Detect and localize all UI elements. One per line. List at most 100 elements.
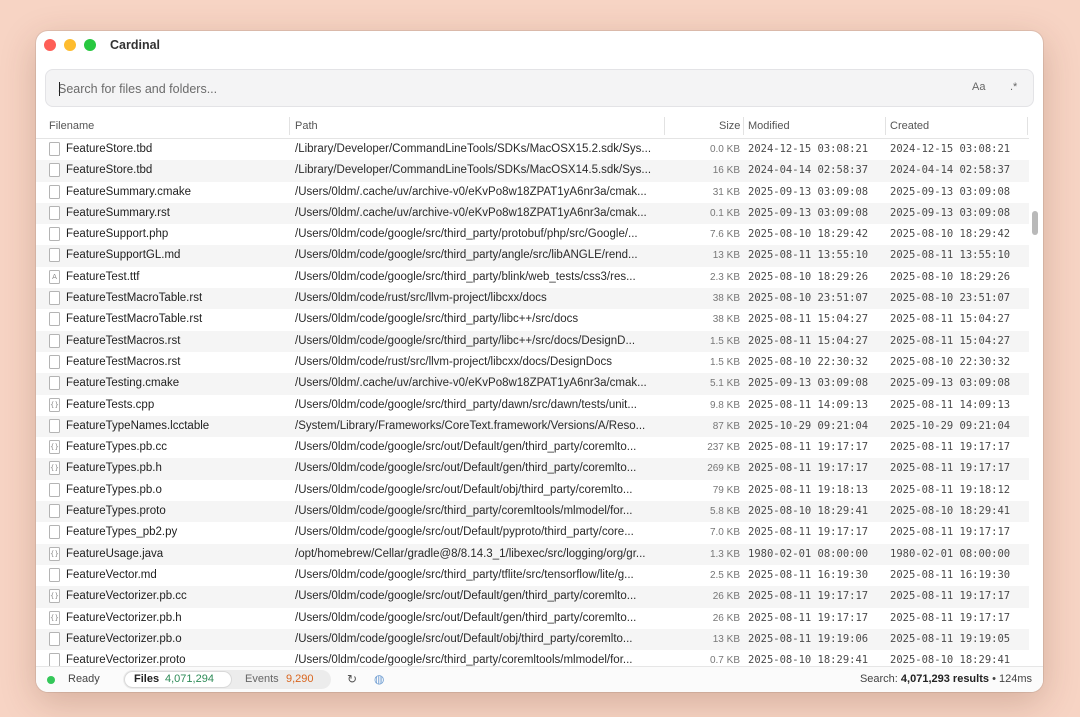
files-count: 4,071,294 xyxy=(165,673,214,685)
close-window-button[interactable] xyxy=(44,39,56,51)
table-row[interactable]: FeatureVectorizer.proto/Users/0ldm/code/… xyxy=(36,650,1029,666)
filename-cell: FeatureSupport.php xyxy=(66,228,169,241)
view-toggle: Files 4,071,294 Events 9,290 xyxy=(123,670,331,689)
created-cell: 2025-08-10 18:29:26 xyxy=(890,270,1011,283)
filename-cell: FeatureVector.md xyxy=(66,568,157,581)
globe-icon[interactable]: ◍ xyxy=(374,672,384,686)
path-cell: /Users/0ldm/code/google/src/out/Default/… xyxy=(295,483,633,496)
table-row[interactable]: FeatureVectorizer.pb.o/Users/0ldm/code/g… xyxy=(36,628,1029,651)
created-cell: 2025-09-13 03:09:08 xyxy=(890,206,1011,219)
table-row[interactable]: FeatureSupportGL.md/Users/0ldm/code/goog… xyxy=(36,245,1029,267)
vertical-scrollbar[interactable] xyxy=(1032,211,1038,235)
table-row[interactable]: {} FeatureVectorizer.pb.cc/Users/0ldm/cod… xyxy=(36,586,1029,608)
table-row[interactable]: {} FeatureUsage.java/opt/homebrew/Cellar/… xyxy=(36,543,1029,565)
path-cell: /Users/0ldm/code/google/src/third_party/… xyxy=(295,249,638,262)
results-table: FeatureStore.tbd/Library/Developer/Comma… xyxy=(36,139,1029,666)
table-row[interactable]: FeatureTestMacroTable.rst/Users/0ldm/cod… xyxy=(36,288,1029,310)
summary-prefix: Search: xyxy=(859,673,898,685)
code-file-icon: {} xyxy=(49,610,60,625)
column-header-size[interactable]: Size xyxy=(719,120,740,132)
document-file-icon xyxy=(49,482,60,497)
minimize-window-button[interactable] xyxy=(64,39,76,51)
size-cell: 5.8 KB xyxy=(709,506,740,518)
table-row[interactable]: FeatureTypes.pb.o/Users/0ldm/code/google… xyxy=(36,480,1029,501)
column-divider[interactable] xyxy=(664,117,665,135)
table-row[interactable]: {} FeatureTypes.pb.h/Users/0ldm/code/goog… xyxy=(36,458,1029,480)
filename-cell: FeatureStore.tbd xyxy=(66,143,153,155)
column-divider[interactable] xyxy=(289,117,290,135)
table-row[interactable]: FeatureTestMacroTable.rst/Users/0ldm/cod… xyxy=(36,309,1029,330)
created-cell: 2025-08-11 13:55:10 xyxy=(890,249,1011,262)
table-row[interactable]: FeatureSummary.rst/Users/0ldm/.cache/uv/… xyxy=(36,202,1029,225)
code-file-icon: {} xyxy=(49,440,60,455)
modified-cell: 2025-08-11 13:55:10 xyxy=(748,249,869,262)
created-cell: 2024-12-15 03:08:21 xyxy=(890,143,1011,155)
modified-cell: 2025-08-10 22:30:32 xyxy=(748,355,869,368)
column-header-filename[interactable]: Filename xyxy=(49,120,94,132)
created-cell: 2025-08-11 19:17:17 xyxy=(890,526,1011,539)
path-cell: /Users/0ldm/.cache/uv/archive-v0/eKvPo8w… xyxy=(295,206,647,219)
events-tab-label[interactable]: Events xyxy=(245,673,279,685)
search-input[interactable] xyxy=(58,79,938,99)
table-row[interactable]: FeatureSummary.cmake/Users/0ldm/.cache/u… xyxy=(36,182,1029,203)
table-row[interactable]: A FeatureTest.ttf/Users/0ldm/code/google/… xyxy=(36,267,1029,288)
size-cell: 87 KB xyxy=(712,420,740,432)
document-file-icon xyxy=(49,184,60,199)
document-file-icon xyxy=(49,163,60,178)
table-row[interactable]: {} FeatureVectorizer.pb.h/Users/0ldm/code… xyxy=(36,608,1029,629)
size-cell: 2.5 KB xyxy=(709,569,740,581)
column-header-created[interactable]: Created xyxy=(890,120,929,132)
column-divider[interactable] xyxy=(743,117,744,135)
files-tab-label[interactable]: Files xyxy=(134,673,159,685)
refresh-icon[interactable]: ↻ xyxy=(347,672,357,686)
size-cell: 0.0 KB xyxy=(709,144,740,155)
table-row[interactable]: FeatureTypes.proto/Users/0ldm/code/googl… xyxy=(36,501,1029,523)
column-divider[interactable] xyxy=(885,117,886,135)
table-row[interactable]: FeatureTesting.cmake/Users/0ldm/.cache/u… xyxy=(36,373,1029,395)
filename-cell: FeatureTypes.pb.cc xyxy=(66,441,167,454)
column-header-modified[interactable]: Modified xyxy=(748,120,790,132)
created-cell: 2025-09-13 03:09:08 xyxy=(890,185,1011,198)
created-cell: 2025-08-10 23:51:07 xyxy=(890,292,1011,305)
table-row[interactable]: FeatureTestMacros.rst/Users/0ldm/code/go… xyxy=(36,330,1029,352)
modified-cell: 2025-08-10 18:29:42 xyxy=(748,228,869,241)
modified-cell: 2025-08-11 15:04:27 xyxy=(748,334,869,347)
table-row[interactable]: FeatureSupport.php/Users/0ldm/code/googl… xyxy=(36,224,1029,245)
created-cell: 2025-09-13 03:09:08 xyxy=(890,377,1011,390)
created-cell: 2025-08-11 19:17:17 xyxy=(890,441,1011,454)
modified-cell: 2024-12-15 03:08:21 xyxy=(748,143,869,155)
size-cell: 38 KB xyxy=(712,314,740,326)
search-bar: Aa .* xyxy=(45,69,1034,107)
table-row[interactable]: FeatureVector.md/Users/0ldm/code/google/… xyxy=(36,565,1029,586)
modified-cell: 2025-08-11 19:19:06 xyxy=(748,632,869,645)
code-file-icon: {} xyxy=(49,461,60,476)
table-row[interactable]: FeatureStore.tbd/Library/Developer/Comma… xyxy=(36,139,1029,160)
modified-cell: 2025-09-13 03:09:08 xyxy=(748,185,869,198)
size-cell: 0.7 KB xyxy=(709,655,740,666)
created-cell: 2025-08-11 14:09:13 xyxy=(890,398,1011,411)
filename-cell: FeatureVectorizer.pb.h xyxy=(66,611,182,624)
column-header-path[interactable]: Path xyxy=(295,120,318,132)
table-row[interactable]: {} FeatureTypes.pb.cc/Users/0ldm/code/goo… xyxy=(36,437,1029,458)
filename-cell: FeatureVectorizer.pb.cc xyxy=(66,590,187,603)
size-cell: 9.8 KB xyxy=(709,399,740,411)
created-cell: 2025-08-11 15:04:27 xyxy=(890,313,1011,326)
regex-toggle[interactable]: .* xyxy=(1010,81,1017,93)
match-case-toggle[interactable]: Aa xyxy=(972,81,985,93)
document-file-icon xyxy=(49,653,60,666)
table-row[interactable]: FeatureStore.tbd/Library/Developer/Comma… xyxy=(36,160,1029,182)
table-row[interactable]: FeatureTypeNames.lcctable/System/Library… xyxy=(36,415,1029,438)
table-row[interactable]: FeatureTestMacros.rst/Users/0ldm/code/ru… xyxy=(36,352,1029,373)
size-cell: 7.6 KB xyxy=(709,229,740,241)
document-file-icon xyxy=(49,376,60,391)
column-divider[interactable] xyxy=(1027,117,1028,135)
table-row[interactable]: FeatureTypes_pb2.py/Users/0ldm/code/goog… xyxy=(36,522,1029,543)
titlebar: Cardinal xyxy=(36,31,1043,61)
table-row[interactable]: {} FeatureTests.cpp/Users/0ldm/code/googl… xyxy=(36,395,1029,416)
size-cell: 2.3 KB xyxy=(709,271,740,283)
document-file-icon xyxy=(49,248,60,263)
summary-time: • 124ms xyxy=(992,673,1032,685)
filename-cell: FeatureTypes_pb2.py xyxy=(66,526,178,539)
maximize-window-button[interactable] xyxy=(84,39,96,51)
path-cell: /Users/0ldm/code/google/src/out/Default/… xyxy=(295,441,637,454)
